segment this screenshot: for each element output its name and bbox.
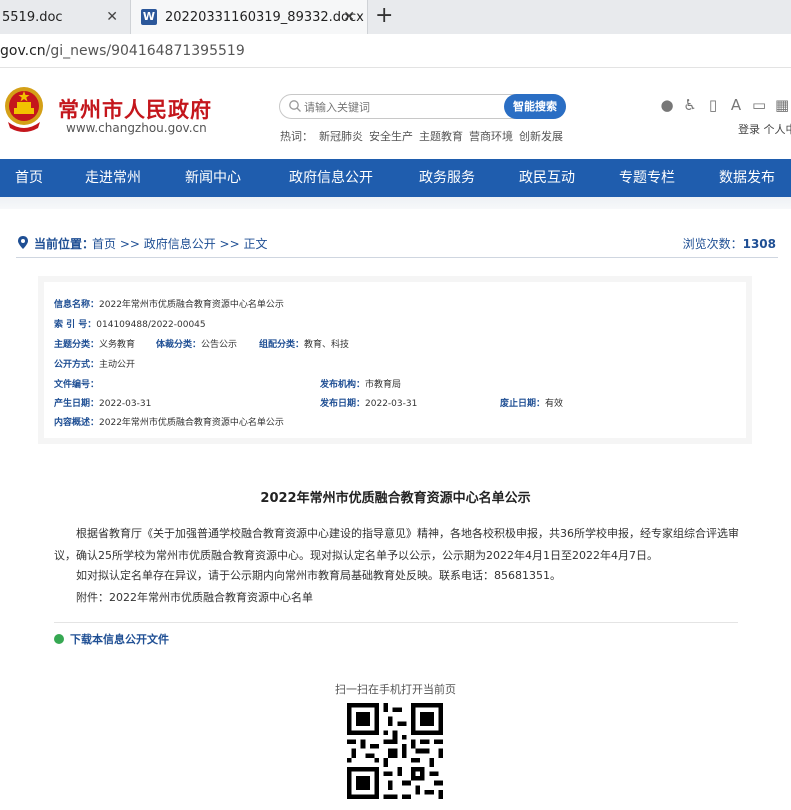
browser-tab-bar: 5519.doc ✕ W 20220331160319_89332.docx ✕… (0, 0, 791, 34)
search-box: 智能搜索 (279, 94, 566, 119)
info-label: 发布日期： (320, 399, 366, 409)
nav-shadow (0, 197, 791, 209)
close-icon[interactable]: ✕ (106, 9, 118, 25)
qr-code-icon (347, 703, 443, 799)
info-row-mode: 公开方式：主动公开 (54, 357, 135, 370)
article-paragraph: 如对拟认定名单存在异议，请于公示期内向常州市教育局基础教育处反映。联系电话：85… (76, 569, 561, 582)
search-icon (289, 100, 301, 112)
hot-words: 热词： 新冠肺炎 安全生产 主题教育 营商环境 创新发展 (280, 128, 569, 144)
info-value: 014109488/2022-00045 (96, 320, 206, 330)
info-label: 废止日期： (500, 399, 546, 409)
info-label: 体裁分类： (156, 340, 202, 350)
info-value: 2022年常州市优质融合教育资源中心名单公示 (99, 418, 284, 428)
info-value: 有效 (545, 399, 564, 409)
nav-item-news[interactable]: 新闻中心 (185, 159, 241, 197)
info-label: 文件编号： (54, 380, 100, 390)
download-label: 下载本信息公开文件 (70, 633, 169, 646)
nav-item-data[interactable]: 数据发布 (719, 159, 775, 197)
accessibility-icon[interactable]: ♿ (683, 96, 697, 114)
info-value: 教育、科技 (304, 340, 350, 350)
screen-icon[interactable]: ▭ (752, 96, 766, 114)
breadcrumb-path[interactable]: 首页 >> 政府信息公开 >> 正文 (92, 235, 267, 252)
url-text: gov.cn/gi_news/904164871395519 (0, 43, 245, 59)
info-row-genre: 体裁分类：公告公示 (156, 337, 237, 350)
info-label: 内容概述： (54, 418, 100, 428)
info-value: 2022-03-31 (99, 399, 152, 409)
info-label: 公开方式： (54, 360, 100, 370)
nav-item-home[interactable]: 首页 (15, 159, 43, 197)
scan-hint: 扫一扫在手机打开当前页 (335, 683, 456, 696)
site-domain: www.changzhou.gov.cn (66, 121, 207, 135)
download-link[interactable]: 下载本信息公开文件 (54, 631, 169, 647)
breadcrumb: 当前位置： 首页 >> 政府信息公开 >> 正文 浏览次数：1308 (18, 233, 776, 255)
nav-item-interaction[interactable]: 政民互动 (519, 159, 575, 197)
info-row-index: 索 引 号：014109488/2022-00045 (54, 317, 206, 330)
article-paragraph: 根据省教育厅《关于加强普通学校融合教育资源中心建设的指导意见》精神，各地各校积极… (54, 527, 739, 562)
hot-words-label: 热词： (280, 130, 313, 143)
close-icon[interactable]: ✕ (343, 9, 355, 25)
word-icon: W (141, 9, 157, 25)
tab-title: 20220331160319_89332.docx (165, 9, 364, 25)
info-value: 义务教育 (99, 340, 136, 350)
font-size-icon[interactable]: A (729, 96, 743, 114)
info-value: 2022-03-31 (365, 399, 418, 409)
info-label: 发布机构： (320, 380, 366, 390)
browser-tab-1[interactable]: 5519.doc ✕ (0, 0, 130, 34)
breadcrumb-label: 当前位置： (34, 237, 95, 251)
info-label: 组配分类： (259, 340, 305, 350)
tab-title: 5519.doc (2, 9, 63, 25)
mobile-icon[interactable]: ▯ (706, 96, 720, 114)
info-row-created: 产生日期：2022-03-31 (54, 396, 151, 409)
info-row-name: 信息名称：2022年常州市优质融合教育资源中心名单公示 (54, 297, 284, 310)
nav-item-about[interactable]: 走进常州 (85, 159, 141, 197)
view-count: 浏览次数：1308 (683, 235, 776, 252)
location-pin-icon (18, 236, 28, 249)
info-row-issuer: 发布机构：市教育局 (320, 377, 401, 390)
site-name[interactable]: 常州市人民政府 (58, 94, 212, 124)
main-nav: 首页 走进常州 新闻中心 政府信息公开 政务服务 政民互动 专题专栏 数据发布 (0, 159, 791, 197)
divider (54, 622, 738, 623)
page: 5519.doc ✕ W 20220331160319_89332.docx ✕… (0, 0, 791, 810)
nav-item-services[interactable]: 政务服务 (419, 159, 475, 197)
attachment-link[interactable]: 附件：2022年常州市优质融合教育资源中心名单 (54, 587, 740, 609)
info-value: 2022年常州市优质融合教育资源中心名单公示 (99, 300, 284, 310)
info-row-published: 发布日期：2022-03-31 (320, 396, 417, 409)
info-row-docno: 文件编号： (54, 377, 99, 390)
hot-word-link[interactable]: 主题教育 (419, 130, 463, 143)
info-row-org: 组配分类：教育、科技 (259, 337, 349, 350)
hot-word-link[interactable]: 营商环境 (469, 130, 513, 143)
info-row-expire: 废止日期：有效 (500, 396, 563, 409)
browser-tab-2[interactable]: W 20220331160319_89332.docx ✕ (130, 0, 368, 34)
login-link[interactable]: 登录 个人中 (738, 121, 791, 137)
info-label: 产生日期： (54, 399, 100, 409)
info-value: 市教育局 (365, 380, 402, 390)
new-tab-button[interactable]: + (375, 3, 393, 28)
nav-item-info-disclosure[interactable]: 政府信息公开 (289, 159, 373, 197)
nav-item-topics[interactable]: 专题专栏 (619, 159, 675, 197)
article-title: 2022年常州市优质融合教育资源中心名单公示 (260, 491, 531, 506)
info-row-topic: 主题分类：义务教育 (54, 337, 135, 350)
accessibility-tools: ● ♿ ▯ A ▭ ▦ (660, 96, 789, 114)
view-count-value: 1308 (742, 237, 776, 251)
info-row-summary: 内容概述：2022年常州市优质融合教育资源中心名单公示 (54, 415, 284, 428)
national-emblem-icon (5, 87, 43, 132)
search-input[interactable] (304, 98, 494, 116)
url-path: /gi_news/904164871395519 (45, 43, 245, 59)
address-bar[interactable]: gov.cn/gi_news/904164871395519 (0, 34, 791, 68)
voice-icon[interactable]: ● (660, 96, 674, 114)
smart-search-button[interactable]: 智能搜索 (504, 94, 566, 119)
grid-icon[interactable]: ▦ (775, 96, 789, 114)
download-icon (54, 634, 64, 644)
info-label: 信息名称： (54, 300, 100, 310)
divider (16, 257, 778, 258)
info-value: 主动公开 (99, 360, 136, 370)
info-label: 索 引 号： (54, 320, 97, 330)
hot-word-link[interactable]: 安全生产 (369, 130, 413, 143)
info-value: 公告公示 (201, 340, 238, 350)
url-host: gov.cn (0, 43, 46, 59)
hot-word-link[interactable]: 创新发展 (519, 130, 563, 143)
hot-word-link[interactable]: 新冠肺炎 (319, 130, 363, 143)
view-count-label: 浏览次数： (682, 237, 743, 251)
info-label: 主题分类： (54, 340, 100, 350)
